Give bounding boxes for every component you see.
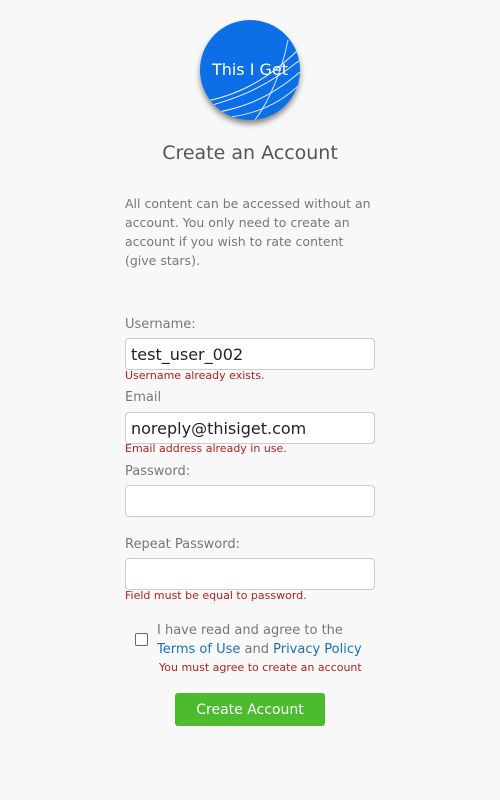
logo-text: This I Get [211, 60, 289, 79]
page-title: Create an Account [162, 142, 338, 164]
logo-badge: This I Get [200, 20, 300, 120]
email-label: Email [125, 390, 162, 405]
repeat-password-field[interactable] [125, 558, 375, 590]
username-label: Username: [125, 317, 196, 332]
create-account-button[interactable]: Create Account [175, 693, 325, 726]
intro-text: All content can be accessed without an a… [125, 196, 371, 268]
repeat-password-label: Repeat Password: [125, 537, 240, 552]
username-error: Username already exists. [125, 369, 265, 382]
agree-text-middle: and [240, 642, 274, 657]
terms-of-use-link[interactable]: Terms of Use [157, 642, 240, 657]
email-field[interactable] [125, 412, 375, 444]
agree-error: You must agree to create an account [159, 661, 362, 674]
site-logo[interactable]: This I Get [200, 20, 300, 120]
username-field[interactable] [125, 338, 375, 370]
repeat-password-error: Field must be equal to password. [125, 589, 307, 602]
email-error: Email address already in use. [125, 442, 287, 455]
agree-text-before: I have read and agree to the [157, 623, 343, 638]
create-account-page: This I Get Create an Account All content… [0, 0, 500, 800]
agree-checkbox[interactable] [135, 633, 148, 646]
password-field[interactable] [125, 485, 375, 517]
privacy-policy-link[interactable]: Privacy Policy [273, 642, 362, 657]
agree-text: I have read and agree to the Terms of Us… [157, 621, 372, 659]
password-label: Password: [125, 464, 191, 479]
